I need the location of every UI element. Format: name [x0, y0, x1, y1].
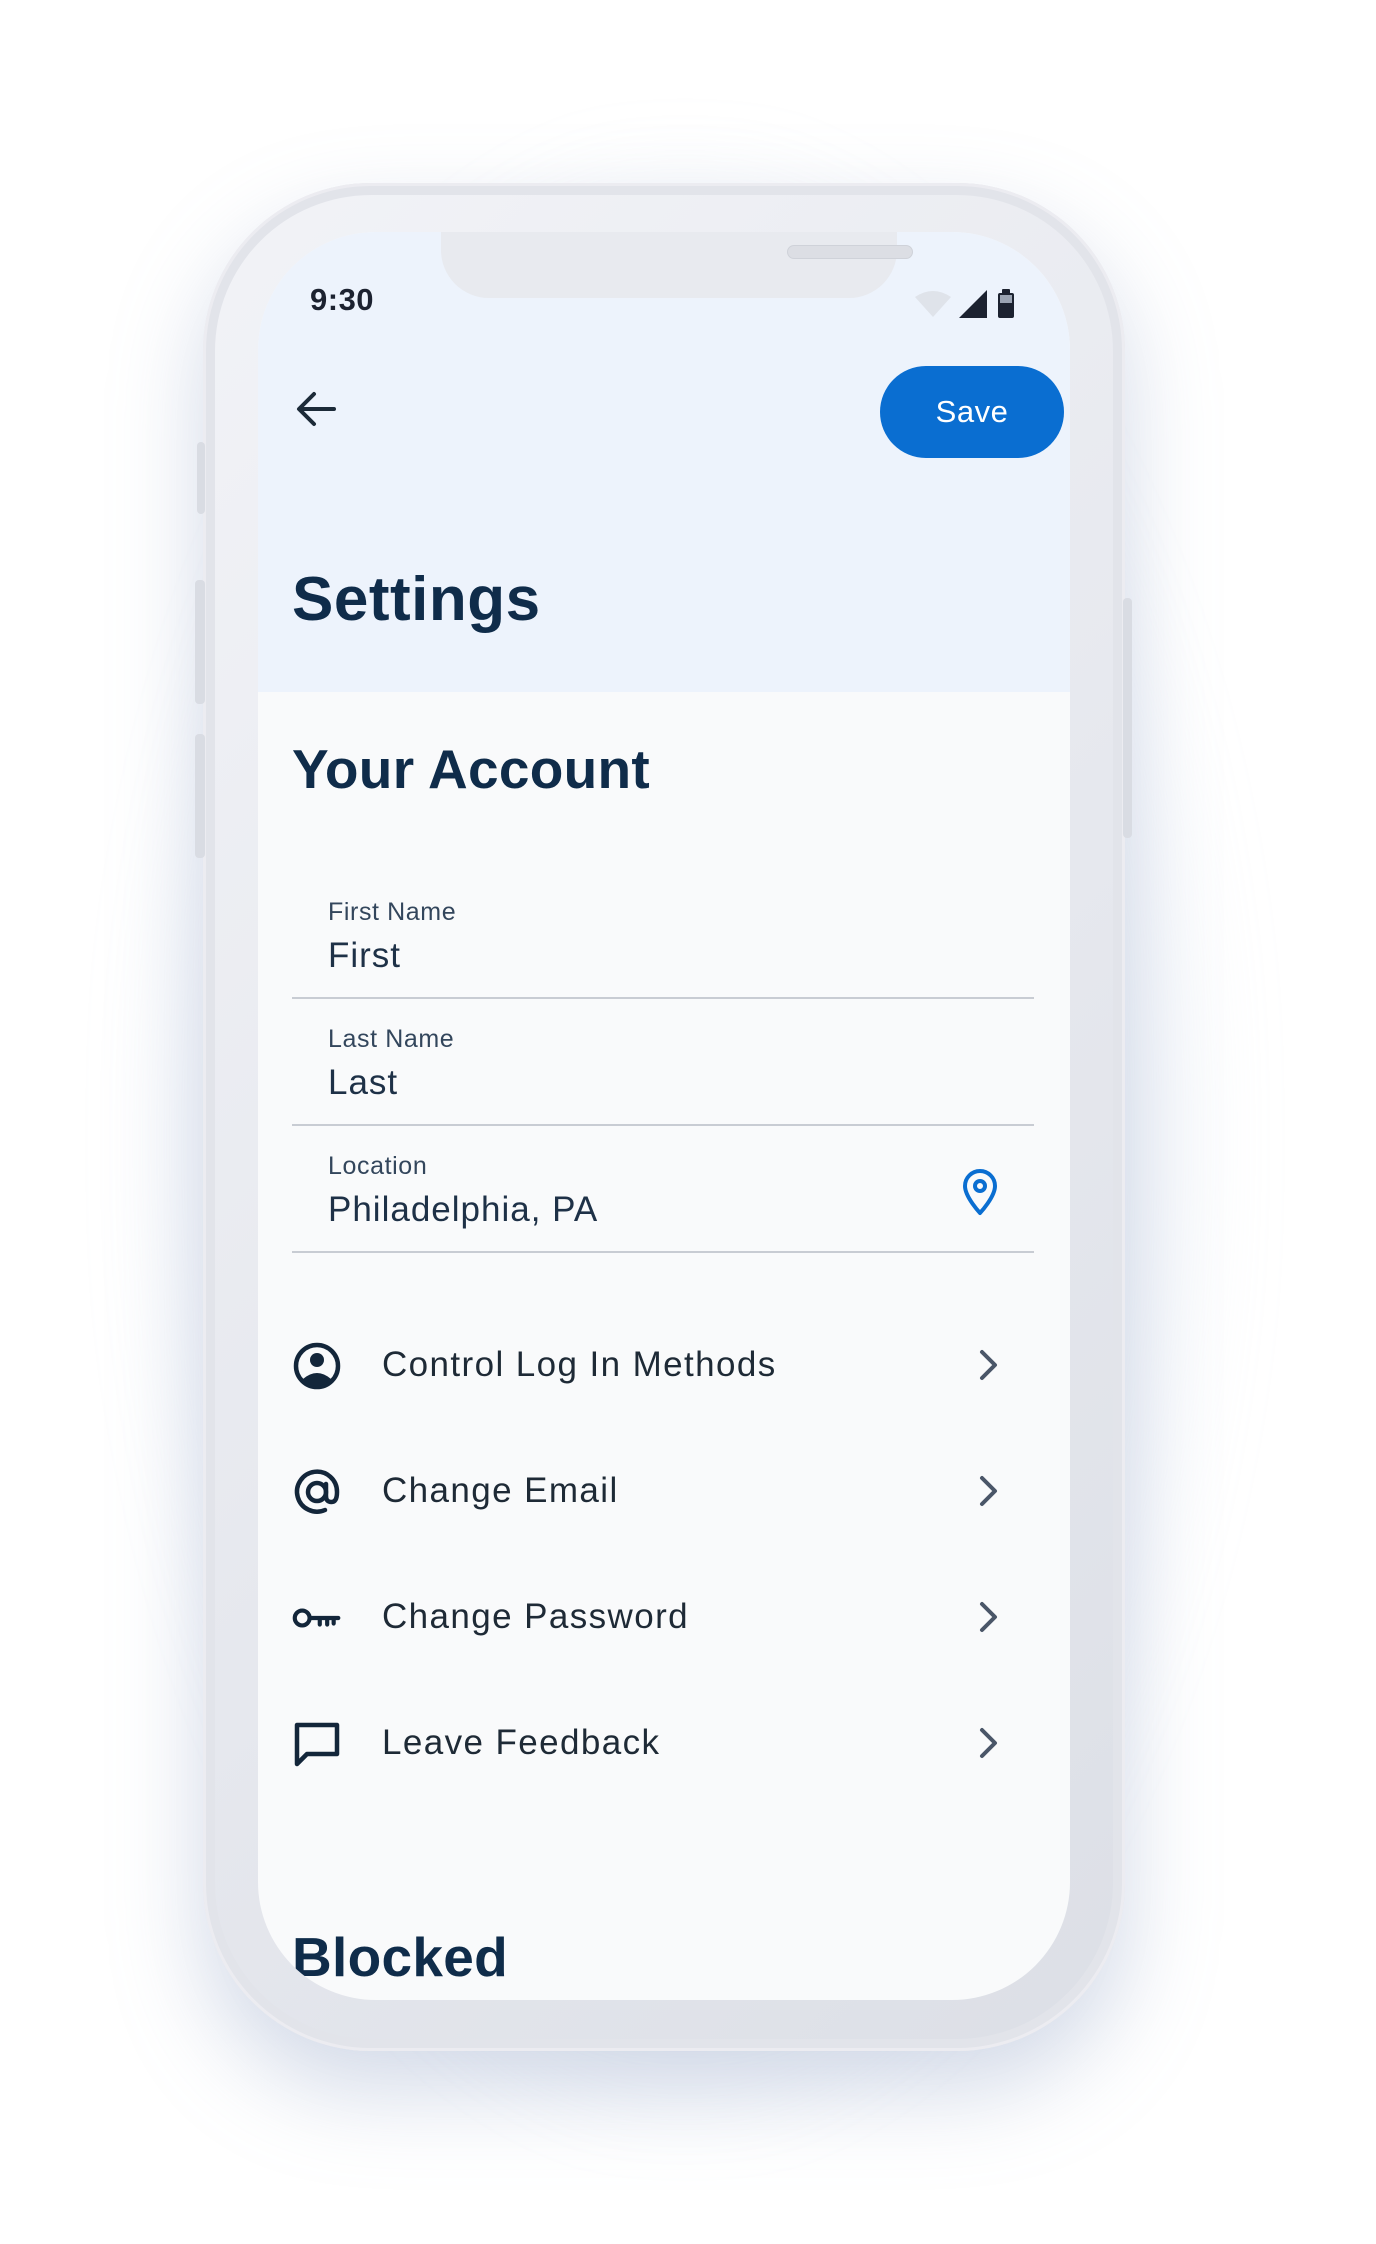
menu-item-leave-feedback[interactable]: Leave Feedback — [258, 1689, 1070, 1799]
chevron-right-icon — [980, 1476, 997, 1506]
save-button[interactable]: Save — [880, 366, 1064, 458]
key-icon — [292, 1593, 342, 1643]
message-square-icon — [292, 1719, 342, 1769]
menu-item-label: Change Email — [382, 1471, 619, 1510]
chevron-right-icon — [980, 1350, 997, 1380]
user-circle-icon — [292, 1341, 342, 1391]
location-label: Location — [328, 1152, 428, 1180]
menu-item-label: Control Log In Methods — [382, 1345, 777, 1384]
blocked-section-title: Blocked — [292, 1926, 509, 1988]
phone-mute-switch — [197, 442, 205, 514]
map-pin-icon[interactable] — [960, 1168, 1000, 1216]
page-title: Settings — [292, 565, 541, 634]
phone-notch — [441, 232, 913, 298]
menu-item-change-email[interactable]: Change Email — [258, 1437, 1070, 1547]
first-name-field-box[interactable]: First Name First — [292, 872, 1034, 999]
wifi-icon — [915, 291, 951, 317]
first-name-label: First Name — [328, 898, 457, 926]
at-sign-icon — [292, 1467, 342, 1517]
phone-volume-down-button — [195, 734, 205, 858]
menu-item-change-password[interactable]: Change Password — [258, 1563, 1070, 1673]
last-name-field[interactable]: Last Name Last — [292, 999, 1034, 1126]
status-icons — [913, 287, 1023, 327]
chevron-right-icon — [980, 1602, 997, 1632]
back-button[interactable] — [282, 375, 350, 443]
account-section-title: Your Account — [292, 738, 651, 800]
location-field[interactable]: Location Philadelphia, PA — [292, 1126, 1034, 1253]
cellular-signal-icon — [959, 290, 987, 318]
status-time: 9:30 — [310, 282, 375, 317]
first-name-value: First — [328, 936, 402, 975]
location-value: Philadelphia, PA — [328, 1190, 599, 1229]
phone-volume-up-button — [195, 580, 205, 704]
phone-power-button — [1123, 598, 1132, 838]
app-screen: 9:30 Save Settings Your Account First Na… — [258, 232, 1070, 2000]
last-name-value: Last — [328, 1063, 399, 1102]
last-name-label: Last Name — [328, 1025, 455, 1053]
menu-item-label: Leave Feedback — [382, 1723, 661, 1762]
chevron-right-icon — [980, 1728, 997, 1758]
menu-item-control-log-in-methods[interactable]: Control Log In Methods — [258, 1311, 1070, 1421]
menu-item-label: Change Password — [382, 1597, 689, 1636]
arrow-left-icon — [297, 392, 336, 426]
phone-speaker — [787, 245, 913, 259]
